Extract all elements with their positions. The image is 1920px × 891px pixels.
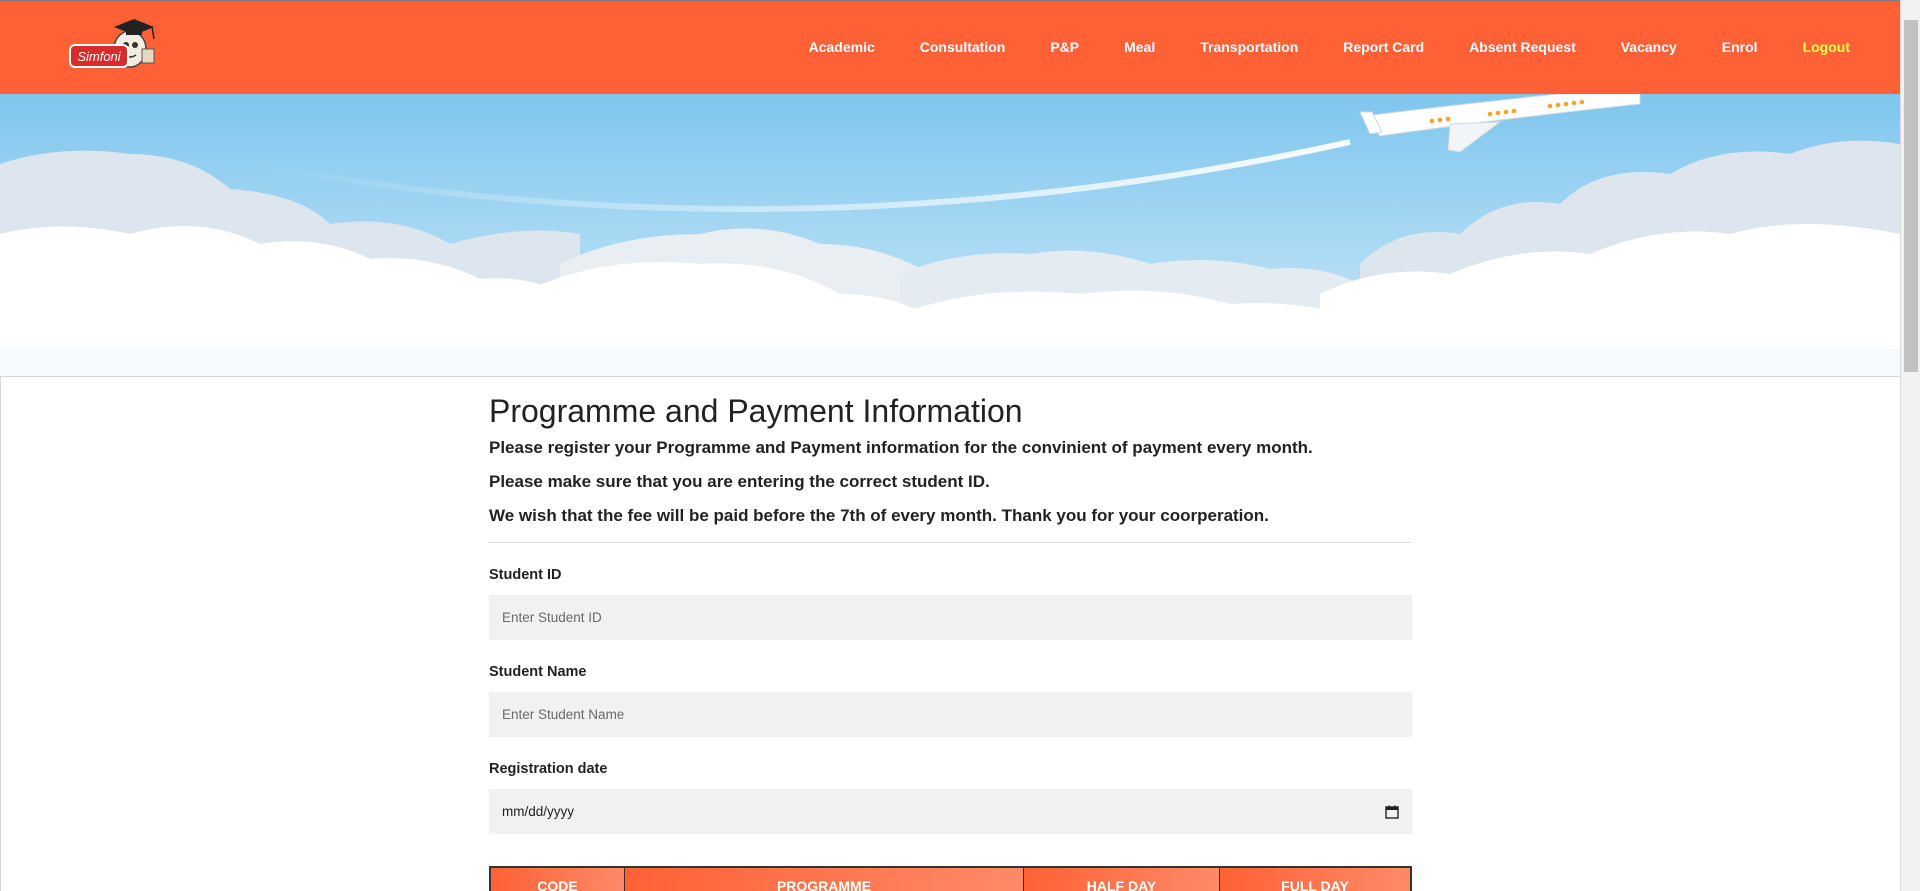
nav-absent-request[interactable]: Absent Request (1469, 39, 1576, 55)
logo-graphic: Simfoni (69, 19, 155, 68)
top-navbar: Simfoni Academic Consultation P&P Meal T… (0, 0, 1900, 94)
nav-vacancy[interactable]: Vacancy (1621, 39, 1677, 55)
header-half-day: HALF DAY (1024, 868, 1220, 891)
divider (489, 542, 1412, 543)
scrollbar-thumb[interactable] (1904, 20, 1918, 372)
student-id-placeholder: Enter Student ID (502, 610, 602, 625)
intro-line-2: Please make sure that you are entering t… (489, 472, 990, 491)
payment-form: Programme and Payment Information Please… (489, 391, 1412, 834)
registration-date-input[interactable]: mm/dd/yyyy (489, 789, 1412, 834)
student-id-label: Student ID (489, 567, 562, 583)
nav-enrol[interactable]: Enrol (1722, 39, 1758, 55)
student-name-input[interactable]: Enter Student Name (489, 692, 1412, 737)
nav-consultation[interactable]: Consultation (920, 39, 1006, 55)
intro-line-3: We wish that the fee will be paid before… (489, 506, 1269, 525)
student-name-placeholder: Enter Student Name (502, 707, 625, 722)
nav-pp[interactable]: P&P (1050, 39, 1079, 55)
nav-meal[interactable]: Meal (1124, 39, 1155, 55)
logo-text: Simfoni (77, 49, 121, 64)
header-programme: PROGRAMME (625, 868, 1024, 891)
table-header-row: CODE PROGRAMME HALF DAY FULL DAY (489, 866, 1412, 891)
hero-banner (0, 94, 1900, 376)
intro-line-1: Please register your Programme and Payme… (489, 438, 1313, 457)
page-title: Programme and Payment Information (489, 393, 1023, 429)
header-full-day: FULL DAY (1220, 868, 1410, 891)
simfoni-logo[interactable]: Simfoni (68, 15, 162, 75)
registration-date-label: Registration date (489, 761, 608, 777)
page-scrollbar[interactable] (1900, 0, 1920, 891)
logout-link[interactable]: Logout (1803, 39, 1850, 55)
nav-transportation[interactable]: Transportation (1200, 39, 1298, 55)
programme-table: CODE PROGRAMME HALF DAY FULL DAY (489, 866, 1412, 891)
sky-clouds-illustration (0, 94, 1900, 376)
intro-text: Please register your Programme and Payme… (489, 437, 1412, 527)
student-id-input[interactable]: Enter Student ID (489, 595, 1412, 640)
nav-report-card[interactable]: Report Card (1343, 39, 1424, 55)
main-nav: Academic Consultation P&P Meal Transport… (764, 1, 1850, 93)
calendar-icon[interactable] (1385, 805, 1399, 819)
registration-date-placeholder: mm/dd/yyyy (502, 804, 575, 819)
page: Simfoni Academic Consultation P&P Meal T… (0, 0, 1920, 891)
main-content: Programme and Payment Information Please… (0, 376, 1900, 891)
header-code: CODE (491, 868, 625, 891)
nav-academic[interactable]: Academic (809, 39, 875, 55)
student-name-label: Student Name (489, 664, 587, 680)
